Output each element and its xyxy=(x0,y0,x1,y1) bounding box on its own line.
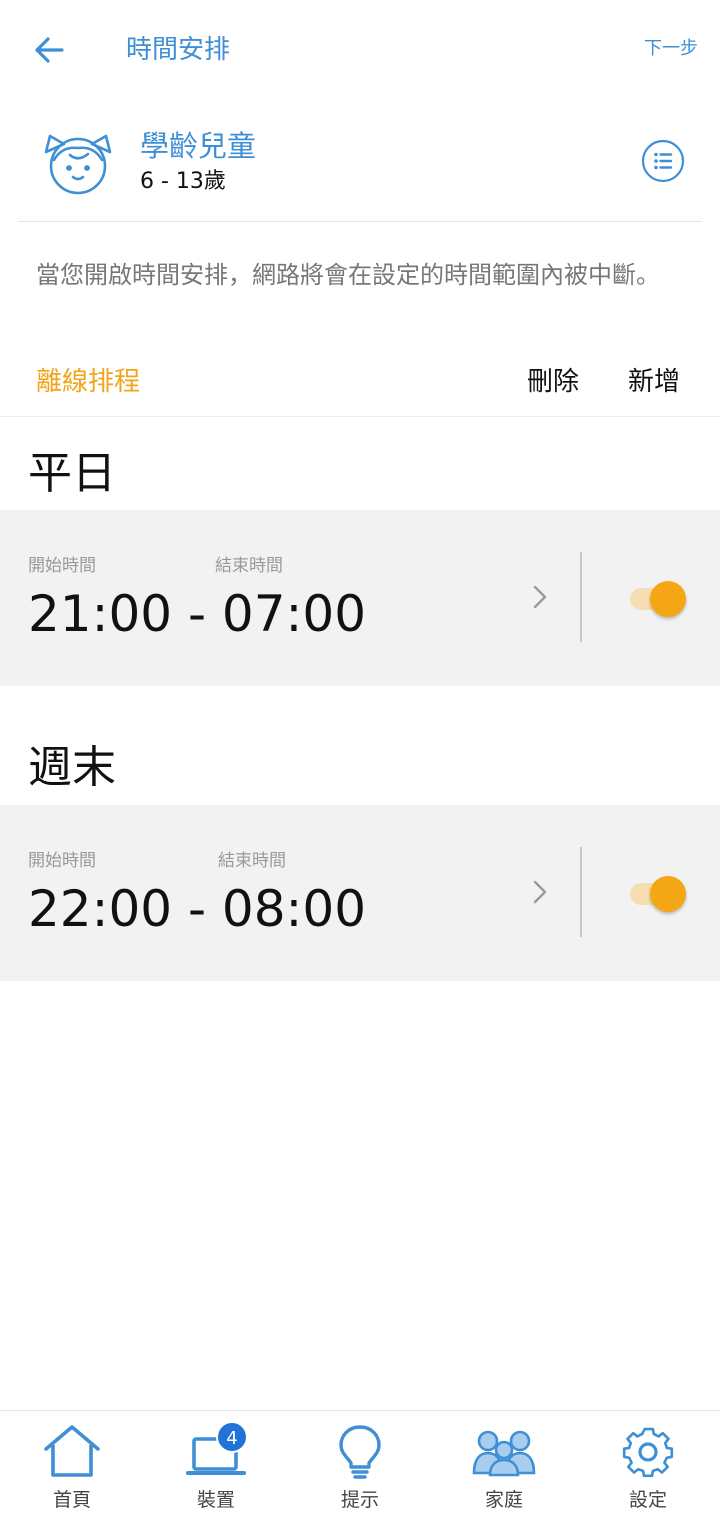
page-title: 時間安排 xyxy=(126,35,231,65)
tab-label: 首頁 xyxy=(52,1489,91,1511)
chevron-right-icon[interactable] xyxy=(528,877,552,907)
list-icon xyxy=(641,139,685,183)
end-time-label: 結束時間 xyxy=(218,851,286,871)
tab-home[interactable]: 首頁 xyxy=(0,1411,144,1522)
weekend-schedule-row[interactable]: 開始時間 結束時間 22:00 - 08:00 xyxy=(0,805,720,981)
tab-label: 裝置 xyxy=(196,1489,235,1511)
add-button[interactable]: 新增 xyxy=(628,362,680,402)
separator xyxy=(580,847,582,937)
start-time-label: 開始時間 xyxy=(28,851,96,871)
tab-label: 設定 xyxy=(628,1489,667,1511)
separator xyxy=(580,552,582,642)
toggle-knob xyxy=(650,581,686,617)
end-time-label: 結束時間 xyxy=(215,556,283,576)
weekend-section-title: 週末 xyxy=(28,742,116,793)
profile-header: 學齡兒童 6 - 13歲 xyxy=(0,110,720,220)
tab-label: 提示 xyxy=(340,1489,379,1511)
profile-list-button[interactable] xyxy=(641,139,685,183)
back-button[interactable] xyxy=(30,30,70,70)
start-time-label: 開始時間 xyxy=(28,556,96,576)
tab-tips[interactable]: 提示 xyxy=(288,1411,432,1522)
time-range: 22:00 - 08:00 xyxy=(28,880,367,938)
profile-name: 學齡兒童 xyxy=(140,129,257,163)
time-range: 21:00 - 07:00 xyxy=(28,585,367,643)
chevron-right-icon[interactable] xyxy=(528,582,552,612)
divider xyxy=(18,221,702,222)
lightbulb-icon xyxy=(339,1425,381,1479)
family-icon xyxy=(472,1430,536,1477)
profile-age-range: 6 - 13歲 xyxy=(140,169,226,194)
weekday-schedule-row[interactable]: 開始時間 結束時間 21:00 - 07:00 xyxy=(0,510,720,686)
toggle-knob xyxy=(650,876,686,912)
tab-family[interactable]: 家庭 xyxy=(432,1411,576,1522)
tab-devices[interactable]: 4 裝置 xyxy=(144,1411,288,1522)
tab-settings[interactable]: 設定 xyxy=(576,1411,720,1522)
bottom-tab-bar: 首頁 4 裝置 提示 家庭 設定 xyxy=(0,1410,720,1522)
top-bar: 時間安排 下一步 xyxy=(0,0,720,100)
child-avatar-icon xyxy=(40,124,116,200)
arrow-left-icon xyxy=(35,37,64,63)
divider xyxy=(0,416,720,417)
next-button[interactable]: 下一步 xyxy=(644,34,698,64)
weekday-section-title: 平日 xyxy=(28,448,116,499)
home-icon xyxy=(44,1425,100,1477)
weekend-toggle[interactable] xyxy=(626,875,690,915)
offline-schedule-title: 離線排程 xyxy=(36,367,141,397)
tab-label: 家庭 xyxy=(484,1489,523,1511)
description-text: 當您開啟時間安排，網路將會在設定的時間範圍內被中斷。 xyxy=(36,261,660,289)
weekday-toggle[interactable] xyxy=(626,580,690,620)
delete-button[interactable]: 刪除 xyxy=(527,362,579,402)
gear-icon xyxy=(622,1427,674,1478)
devices-count-badge: 4 xyxy=(216,1421,248,1453)
